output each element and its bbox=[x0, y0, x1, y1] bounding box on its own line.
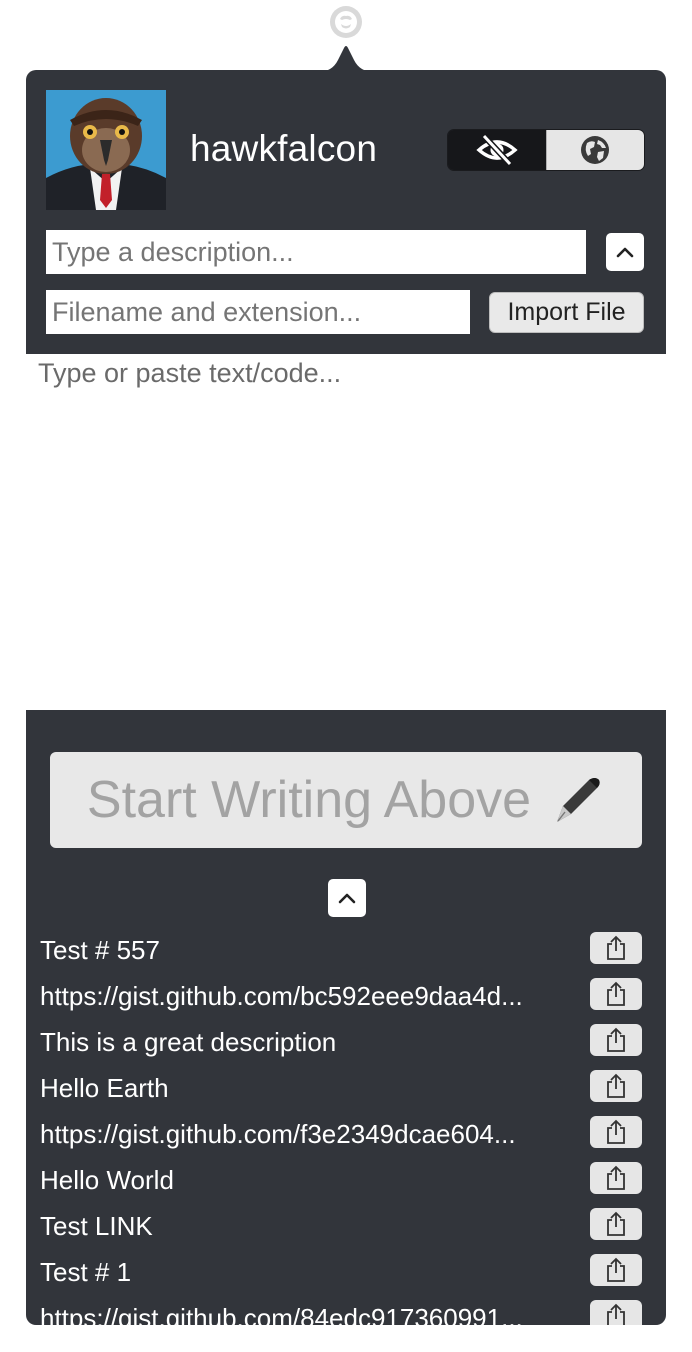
share-button[interactable] bbox=[590, 1208, 642, 1240]
collapse-composer-button[interactable] bbox=[606, 233, 644, 271]
history-label[interactable]: https://gist.github.com/f3e2349dcae604..… bbox=[40, 1119, 516, 1150]
avatar[interactable] bbox=[46, 90, 166, 210]
share-button[interactable] bbox=[590, 1162, 642, 1194]
share-button[interactable] bbox=[590, 1070, 642, 1102]
share-button[interactable] bbox=[590, 1024, 642, 1056]
popover-arrow bbox=[318, 46, 374, 72]
share-icon bbox=[607, 935, 625, 960]
description-input[interactable] bbox=[46, 230, 586, 274]
list-item[interactable]: Hello World bbox=[26, 1160, 666, 1206]
filename-input[interactable] bbox=[46, 290, 470, 334]
share-button[interactable] bbox=[590, 978, 642, 1010]
share-icon bbox=[607, 1027, 625, 1052]
import-file-button[interactable]: Import File bbox=[489, 292, 644, 333]
private-toggle[interactable] bbox=[448, 130, 546, 170]
list-item[interactable]: https://gist.github.com/f3e2349dcae604..… bbox=[26, 1114, 666, 1160]
eye-slash-icon bbox=[476, 134, 518, 166]
history-label[interactable]: https://gist.github.com/bc592eee9daa4d..… bbox=[40, 981, 523, 1012]
history-label[interactable]: Hello World bbox=[40, 1165, 174, 1196]
history-label[interactable]: Hello Earth bbox=[40, 1073, 169, 1104]
share-icon bbox=[607, 1119, 625, 1144]
chevron-up-icon bbox=[338, 893, 356, 904]
share-icon bbox=[607, 1211, 625, 1236]
history-panel: Start Writing Above Test # 557 https://g… bbox=[26, 710, 666, 1325]
share-button[interactable] bbox=[590, 932, 642, 964]
list-item[interactable]: Test LINK bbox=[26, 1206, 666, 1252]
gist-history-list: Test # 557 https://gist.github.com/bc592… bbox=[26, 930, 666, 1325]
username: hawkfalcon bbox=[190, 128, 378, 169]
list-item[interactable]: https://gist.github.com/bc592eee9daa4d..… bbox=[26, 976, 666, 1022]
list-item[interactable]: Test # 1 bbox=[26, 1252, 666, 1298]
history-label[interactable]: Test # 1 bbox=[40, 1257, 131, 1288]
history-label[interactable]: This is a great description bbox=[40, 1027, 336, 1058]
history-label[interactable]: Test # 557 bbox=[40, 935, 160, 966]
share-icon bbox=[607, 1303, 625, 1325]
fountain-pen-icon bbox=[549, 772, 605, 828]
share-icon bbox=[607, 1073, 625, 1098]
visibility-toggle[interactable] bbox=[447, 129, 645, 171]
share-button[interactable] bbox=[590, 1254, 642, 1286]
share-button[interactable] bbox=[590, 1300, 642, 1325]
start-writing-label: Start Writing Above bbox=[86, 771, 532, 829]
public-toggle[interactable] bbox=[545, 130, 644, 170]
list-item[interactable]: Test # 557 bbox=[26, 930, 666, 976]
share-icon bbox=[607, 1165, 625, 1190]
chevron-up-icon bbox=[616, 247, 634, 258]
list-item[interactable]: https://gist.github.com/84edc917360991..… bbox=[26, 1298, 666, 1325]
history-label[interactable]: https://gist.github.com/84edc917360991..… bbox=[40, 1303, 523, 1325]
code-editor[interactable]: Type or paste text/code... bbox=[38, 358, 341, 389]
share-icon bbox=[607, 981, 625, 1006]
share-icon bbox=[607, 1257, 625, 1282]
globe-icon bbox=[581, 136, 610, 164]
gist-composer-panel: hawkfalcon Import File bbox=[26, 70, 666, 354]
list-item[interactable]: This is a great description bbox=[26, 1022, 666, 1068]
collapse-history-button[interactable] bbox=[328, 879, 366, 917]
start-writing-button[interactable]: Start Writing Above bbox=[50, 752, 642, 848]
octocat-icon[interactable] bbox=[330, 6, 362, 38]
list-item[interactable]: Hello Earth bbox=[26, 1068, 666, 1114]
share-button[interactable] bbox=[590, 1116, 642, 1148]
history-label[interactable]: Test LINK bbox=[40, 1211, 153, 1242]
